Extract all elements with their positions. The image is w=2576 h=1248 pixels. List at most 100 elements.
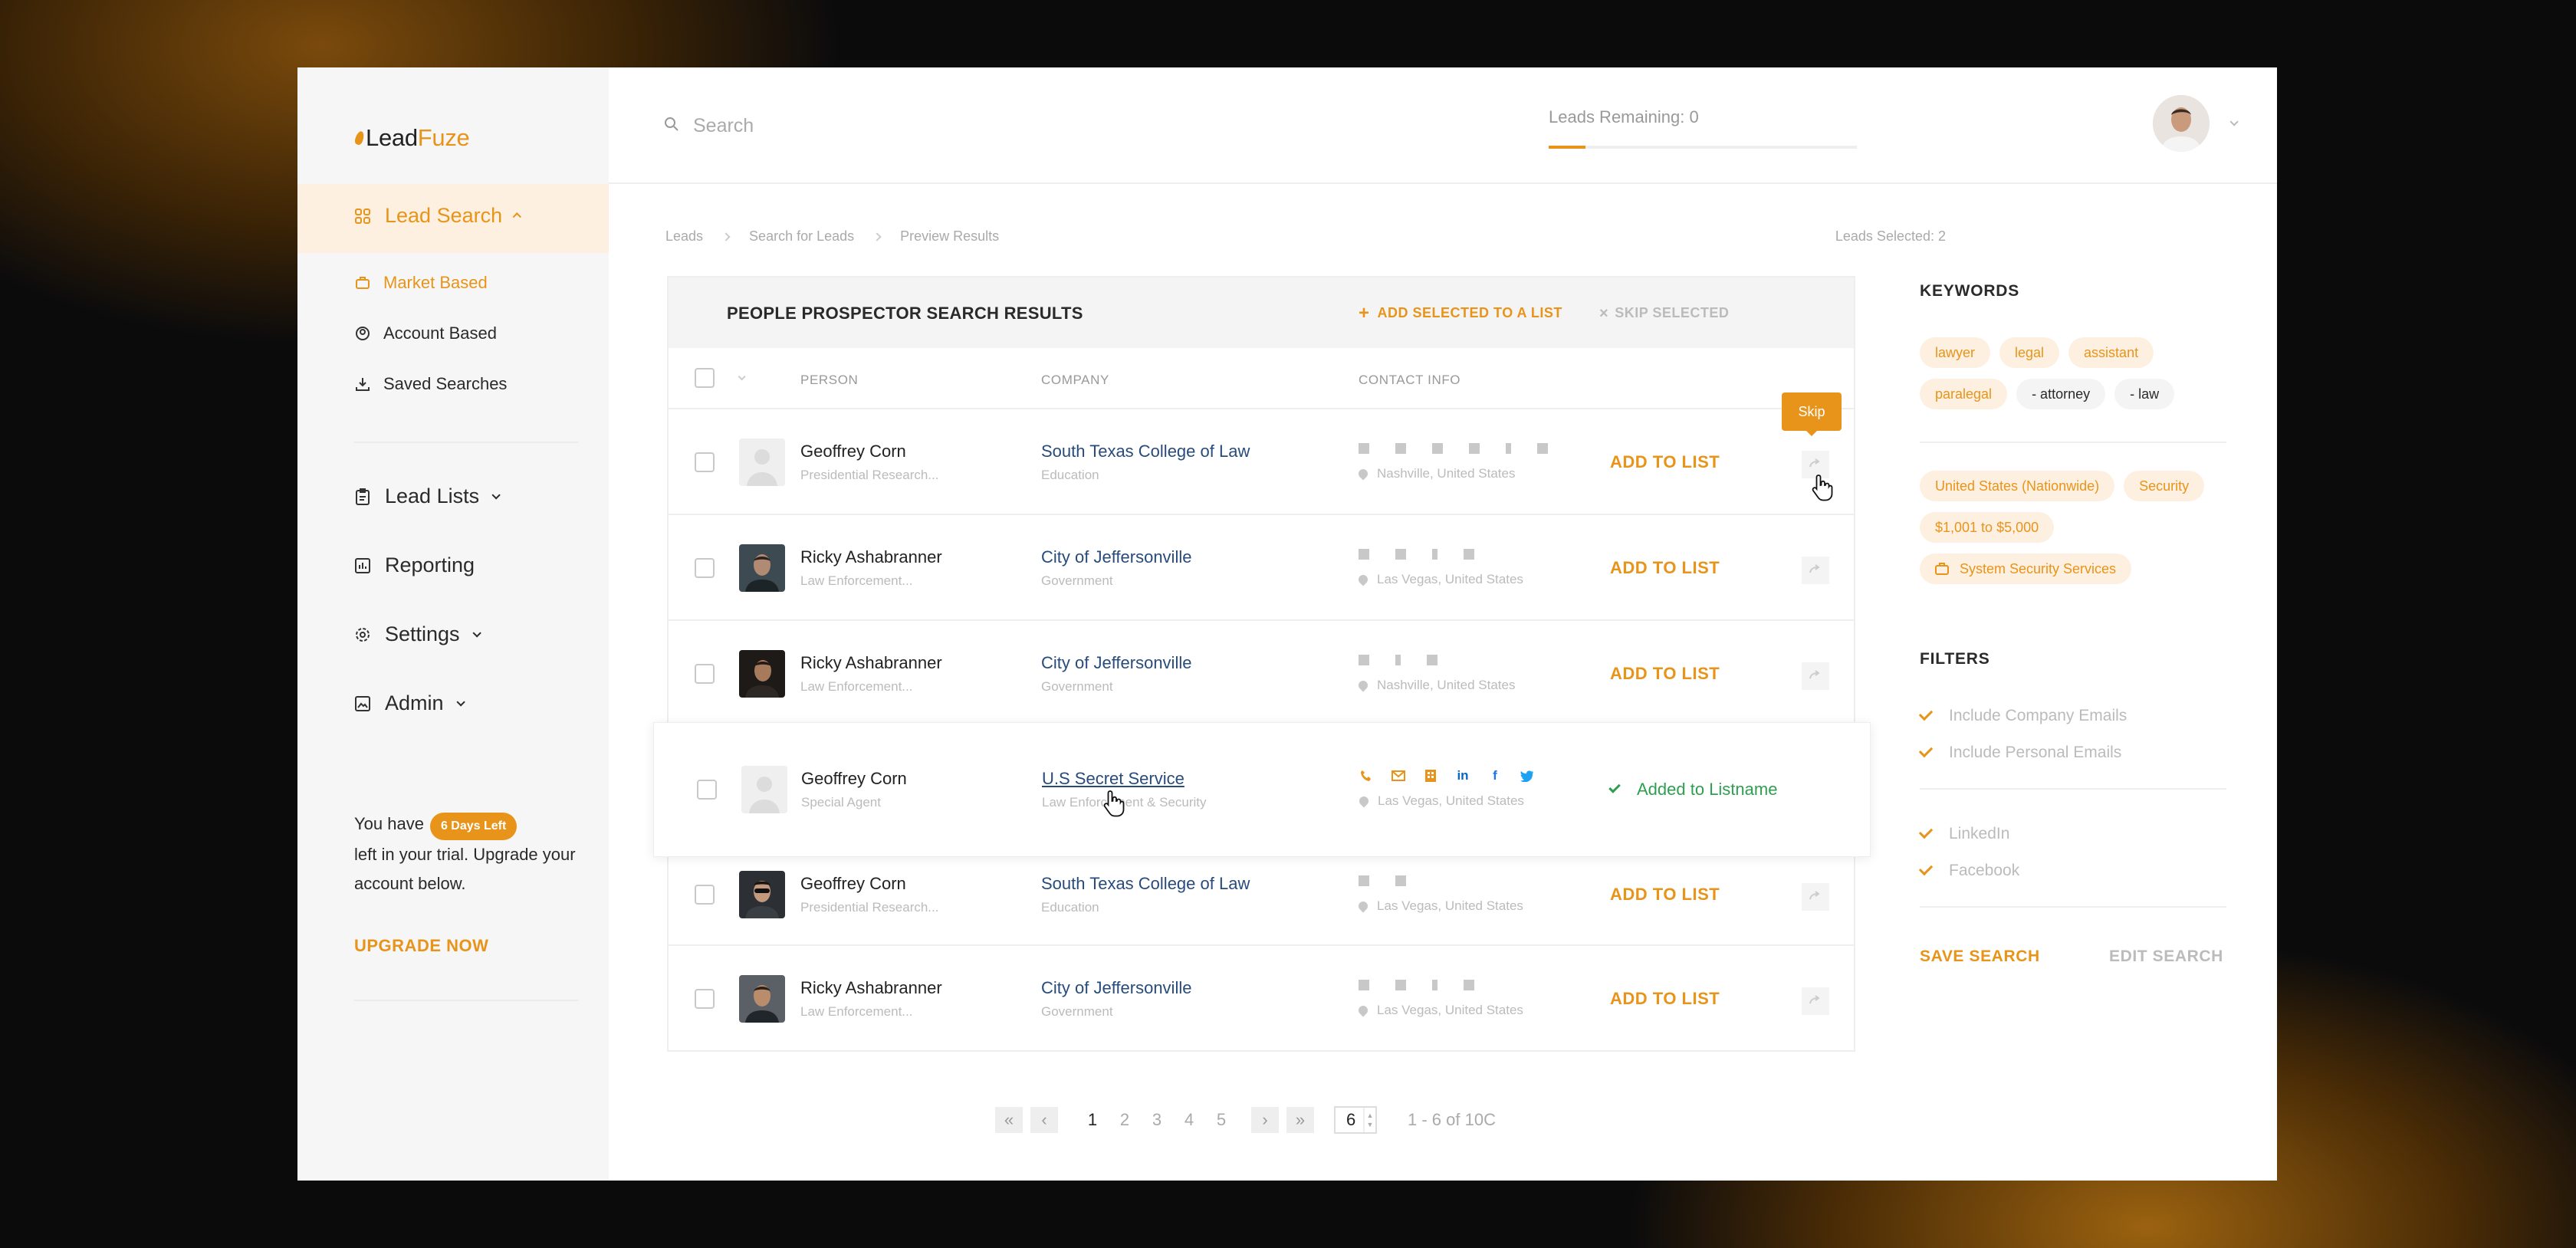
- company-link[interactable]: City of Jeffersonville: [1041, 978, 1191, 998]
- nav-settings-label: Settings: [385, 622, 460, 645]
- location-pin-icon: [1356, 899, 1370, 913]
- nav-lead-search[interactable]: Lead Search: [354, 204, 522, 228]
- phone-icon[interactable]: [1359, 769, 1373, 783]
- edit-search-button[interactable]: EDIT SEARCH: [2109, 947, 2223, 966]
- company-link[interactable]: U.S Secret Service: [1042, 769, 1184, 789]
- search-bar[interactable]: Search: [664, 115, 754, 137]
- select-all-checkbox[interactable]: [695, 368, 715, 388]
- pagination: « ‹ 1 2 3 4 5 › » 6 ▲ ▼ 1 - 6 of 10C: [995, 1106, 1496, 1134]
- keyword-tag[interactable]: assistant: [2068, 337, 2154, 368]
- next-page-button[interactable]: ›: [1251, 1107, 1279, 1133]
- building-icon[interactable]: [1424, 769, 1438, 783]
- filter-option[interactable]: LinkedIn: [1918, 824, 2009, 843]
- company-link[interactable]: City of Jeffersonville: [1041, 653, 1191, 673]
- location: Las Vegas, United States: [1357, 793, 1524, 809]
- skip-button[interactable]: [1802, 987, 1829, 1015]
- keyword-tag[interactable]: legal: [1999, 337, 2060, 368]
- add-to-list-button[interactable]: ADD TO LIST: [1610, 664, 1720, 684]
- leads-remaining: Leads Remaining: 0: [1549, 107, 1699, 126]
- page-3[interactable]: 3: [1141, 1110, 1173, 1130]
- skip-selected-button[interactable]: × SKIP SELECTED: [1599, 305, 1729, 321]
- person-name: Geoffrey Corn: [800, 874, 906, 893]
- page-2[interactable]: 2: [1109, 1110, 1141, 1130]
- breadcrumb-search-for-leads[interactable]: Search for Leads: [749, 228, 854, 245]
- add-to-list-button[interactable]: ADD TO LIST: [1610, 558, 1720, 578]
- row-checkbox[interactable]: [697, 780, 717, 800]
- close-icon: ×: [1599, 304, 1609, 322]
- keyword-tag-excluded[interactable]: - attorney: [2016, 379, 2106, 409]
- keyword-tag[interactable]: lawyer: [1920, 337, 1991, 368]
- contact-info-icons: in f: [1359, 768, 1552, 783]
- per-page-input[interactable]: 6 ▲ ▼: [1334, 1106, 1377, 1134]
- trial-text-rest: left in your trial. Upgrade your account…: [354, 845, 576, 893]
- table-row[interactable]: Ricky Ashabranner Law Enforcement... Cit…: [669, 515, 1854, 621]
- first-page-button[interactable]: «: [995, 1107, 1023, 1133]
- logo[interactable]: Lead Fuze: [354, 115, 470, 161]
- location-text: Nashville, United States: [1377, 466, 1516, 481]
- save-search-button[interactable]: SAVE SEARCH: [1920, 947, 2040, 966]
- stepper-arrows-icon[interactable]: ▲ ▼: [1363, 1108, 1375, 1132]
- add-selected-button[interactable]: + ADD SELECTED TO A LIST: [1359, 304, 1562, 322]
- company-link[interactable]: South Texas College of Law: [1041, 874, 1250, 894]
- chevron-down-icon[interactable]: [738, 373, 746, 381]
- criteria-tag[interactable]: System Security Services: [1920, 553, 2132, 584]
- filter-option[interactable]: Include Personal Emails: [1918, 743, 2121, 762]
- criteria-tag[interactable]: $1,001 to $5,000: [1920, 512, 2055, 543]
- nav-settings[interactable]: Settings: [354, 622, 481, 646]
- company-link[interactable]: South Texas College of Law: [1041, 442, 1250, 461]
- page-4[interactable]: 4: [1173, 1110, 1205, 1130]
- location-pin-icon: [1356, 1003, 1370, 1017]
- add-to-list-button[interactable]: ADD TO LIST: [1610, 452, 1720, 472]
- row-checkbox[interactable]: [695, 885, 715, 905]
- chevron-down-icon: [491, 490, 501, 500]
- nav-admin[interactable]: Admin: [354, 691, 465, 715]
- filter-option[interactable]: Facebook: [1918, 861, 2019, 880]
- company-industry: Government: [1041, 1004, 1113, 1019]
- page-5[interactable]: 5: [1205, 1110, 1237, 1130]
- criteria-tag[interactable]: Security: [2124, 471, 2205, 501]
- row-checkbox[interactable]: [695, 558, 715, 578]
- facebook-icon[interactable]: f: [1488, 768, 1502, 783]
- prev-page-button[interactable]: ‹: [1030, 1107, 1058, 1133]
- avatar: [739, 975, 785, 1023]
- company-link[interactable]: City of Jeffersonville: [1041, 547, 1191, 567]
- trial-text-prefix: You have: [354, 814, 424, 833]
- table-row[interactable]: Geoffrey Corn Presidential Research... S…: [669, 409, 1854, 515]
- skip-selected-label: SKIP SELECTED: [1615, 305, 1730, 320]
- chevron-right-icon: [872, 232, 882, 241]
- linkedin-icon[interactable]: in: [1456, 768, 1470, 783]
- row-checkbox[interactable]: [695, 664, 715, 684]
- contact-info-masked: [1359, 549, 1500, 560]
- nav-lead-lists[interactable]: Lead Lists: [354, 484, 501, 508]
- twitter-icon[interactable]: [1520, 769, 1534, 783]
- keyword-tag-excluded[interactable]: - law: [2114, 379, 2175, 409]
- sub-market-based-label: Market Based: [383, 273, 488, 292]
- last-page-button[interactable]: »: [1286, 1107, 1314, 1133]
- panel-divider: [1920, 906, 2226, 908]
- sub-account-based[interactable]: Account Based: [356, 323, 497, 343]
- filter-option[interactable]: Include Company Emails: [1918, 706, 2127, 725]
- sub-market-based[interactable]: Market Based: [356, 273, 488, 293]
- add-to-list-button[interactable]: ADD TO LIST: [1610, 885, 1720, 905]
- nav-reporting[interactable]: Reporting: [354, 553, 475, 577]
- skip-button[interactable]: [1802, 662, 1829, 690]
- table-row[interactable]: Ricky Ashabranner Law Enforcement... Cit…: [669, 946, 1854, 1052]
- person-name: Ricky Ashabranner: [800, 653, 942, 672]
- sub-saved-searches[interactable]: Saved Searches: [356, 374, 507, 394]
- skip-button[interactable]: [1802, 557, 1829, 584]
- breadcrumb-leads[interactable]: Leads: [665, 228, 703, 245]
- email-icon[interactable]: [1392, 769, 1405, 783]
- avatar: [739, 871, 785, 918]
- row-checkbox[interactable]: [695, 452, 715, 472]
- add-to-list-button[interactable]: ADD TO LIST: [1610, 989, 1720, 1009]
- upgrade-now-link[interactable]: UPGRADE NOW: [354, 936, 488, 956]
- criteria-tag[interactable]: United States (Nationwide): [1920, 471, 2115, 501]
- page-1[interactable]: 1: [1076, 1110, 1109, 1130]
- keyword-tag[interactable]: paralegal: [1920, 379, 2008, 409]
- table-row[interactable]: Ricky Ashabranner Law Enforcement... Cit…: [669, 621, 1854, 727]
- skip-button[interactable]: [1802, 883, 1829, 911]
- table-row-hovered[interactable]: Geoffrey Corn Special Agent U.S Secret S…: [653, 722, 1871, 857]
- chevron-up-icon: [512, 212, 522, 221]
- search-input[interactable]: Search: [693, 115, 754, 137]
- row-checkbox[interactable]: [695, 989, 715, 1009]
